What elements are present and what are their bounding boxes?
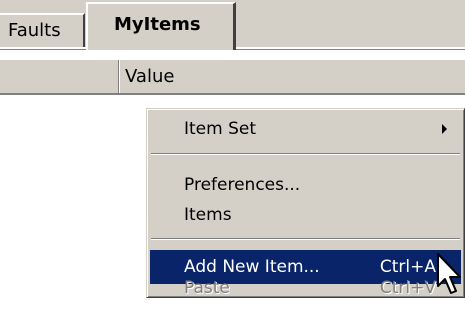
menu-item-paste-shortcut: Ctrl+V bbox=[379, 278, 436, 298]
menu-item-item-set[interactable]: Item Set bbox=[150, 112, 461, 146]
column-header-bottom-edge bbox=[0, 93, 465, 95]
menu-item-preferences[interactable]: Preferences... bbox=[150, 168, 461, 202]
app-window: Faults MyItems Value Item Set Preference… bbox=[0, 0, 465, 323]
menu-item-paste-label: Paste bbox=[184, 278, 230, 298]
tab-strip: Faults MyItems bbox=[0, 0, 465, 50]
tab-myitems[interactable]: MyItems bbox=[86, 2, 236, 50]
tab-faults[interactable]: Faults bbox=[0, 13, 85, 49]
menu-item-paste: Paste Ctrl+V bbox=[150, 279, 461, 297]
menu-separator bbox=[151, 153, 460, 155]
tab-faults-label: Faults bbox=[8, 20, 61, 41]
menu-item-item-set-label: Item Set bbox=[184, 119, 257, 139]
menu-separator bbox=[151, 238, 460, 240]
column-separator-highlight bbox=[119, 60, 120, 94]
menu-item-preferences-label: Preferences... bbox=[184, 175, 301, 195]
submenu-arrow-icon bbox=[442, 124, 447, 134]
menu-item-items-label: Items bbox=[184, 205, 232, 225]
column-header-value[interactable]: Value bbox=[125, 60, 174, 94]
arrow-cursor-icon bbox=[437, 253, 461, 294]
context-menu: Item Set Preferences... Items Add New It… bbox=[146, 108, 465, 298]
tab-myitems-label: MyItems bbox=[114, 14, 201, 35]
column-header bbox=[0, 60, 465, 94]
column-header-name[interactable] bbox=[0, 60, 118, 94]
menu-item-items[interactable]: Items bbox=[150, 198, 461, 232]
